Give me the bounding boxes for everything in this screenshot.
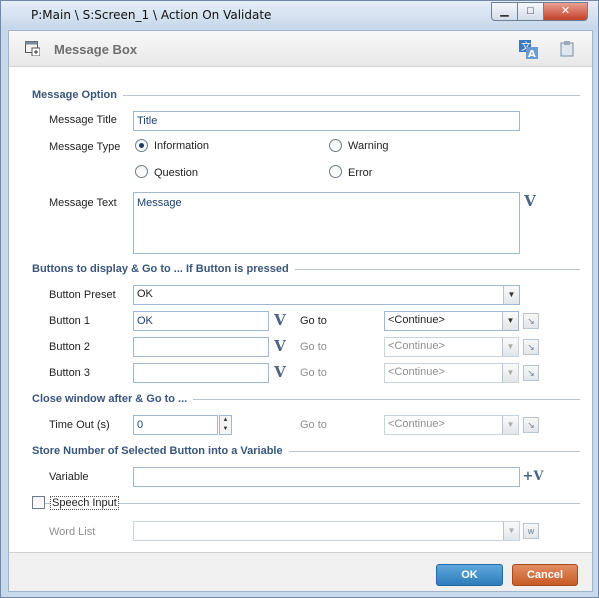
speech-input-checkbox[interactable] <box>32 496 45 509</box>
button-2-variable-button[interactable]: V <box>271 338 289 356</box>
radio-error[interactable] <box>329 165 342 178</box>
button-preset-dropdown[interactable]: OK ▼ <box>133 285 520 305</box>
close-goto-jump-icon[interactable]: ↘ <box>523 417 539 433</box>
button-3-variable-button[interactable]: V <box>271 364 289 382</box>
message-title-input[interactable] <box>133 111 520 131</box>
spin-up-icon[interactable]: ▲ <box>220 416 231 425</box>
button-3-input[interactable] <box>133 363 269 383</box>
add-variable-button[interactable]: +V <box>521 468 545 486</box>
chevron-down-icon: ▼ <box>502 312 518 330</box>
cancel-button[interactable]: Cancel <box>512 564 578 586</box>
dialog-footer: OK Cancel <box>9 552 592 591</box>
word-list-dropdown[interactable]: ▼ <box>133 521 520 541</box>
message-type-label: Message Type <box>49 141 121 153</box>
timeout-input[interactable] <box>133 415 218 435</box>
word-list-edit-icon[interactable]: w <box>523 523 539 539</box>
maximize-button[interactable]: □ <box>517 2 544 21</box>
button-1-goto-value: <Continue> <box>388 314 445 326</box>
radio-information-label: Information <box>154 140 210 152</box>
radio-question[interactable] <box>135 165 148 178</box>
header-title: Message Box <box>54 42 138 57</box>
dialog-header: Message Box 文 A <box>9 31 592 67</box>
button-2-goto-jump-icon[interactable]: ↘ <box>523 339 539 355</box>
dialog-icon <box>25 41 40 56</box>
button-preset-label: Button Preset <box>49 289 116 301</box>
button-2-goto-value: <Continue> <box>388 340 445 352</box>
translate-icon[interactable]: 文 A <box>519 40 539 60</box>
message-text-label: Message Text <box>49 197 117 209</box>
button-2-goto-dropdown[interactable]: <Continue> ▼ <box>384 337 519 357</box>
message-text-area[interactable]: Message <box>133 192 520 254</box>
chevron-down-icon: ▼ <box>502 416 518 434</box>
svg-text:A: A <box>528 49 536 60</box>
close-window-section: Close window after & Go to ... <box>32 393 194 405</box>
chevron-down-icon: ▼ <box>502 364 518 382</box>
timeout-spinner[interactable]: ▲ ▼ <box>219 415 232 435</box>
button-2-label: Button 2 <box>49 341 90 353</box>
variable-input[interactable] <box>133 467 520 487</box>
radio-warning-label: Warning <box>348 140 389 152</box>
close-goto-value: <Continue> <box>388 418 445 430</box>
radio-question-label: Question <box>154 167 199 179</box>
button-2-goto-label: Go to <box>300 341 327 353</box>
button-1-variable-button[interactable]: V <box>271 312 289 330</box>
title-bar[interactable]: P:Main \ S:Screen_1 \ Action On Validate… <box>1 1 598 29</box>
button-1-goto-dropdown[interactable]: <Continue> ▼ <box>384 311 519 331</box>
radio-warning[interactable] <box>329 139 342 152</box>
button-3-label: Button 3 <box>49 367 90 379</box>
button-3-goto-label: Go to <box>300 367 327 379</box>
button-1-goto-label: Go to <box>300 315 327 327</box>
button-3-goto-jump-icon[interactable]: ↘ <box>523 365 539 381</box>
message-text-variable-button[interactable]: V <box>521 193 539 211</box>
timeout-label: Time Out (s) <box>49 419 110 431</box>
buttons-section: Buttons to display & Go to ... If Button… <box>32 263 295 275</box>
button-2-input[interactable] <box>133 337 269 357</box>
minimize-button[interactable]: ▁ <box>491 2 518 21</box>
chevron-down-icon: ▼ <box>503 522 519 540</box>
variable-label: Variable <box>49 471 89 483</box>
word-list-label: Word List <box>49 526 96 538</box>
button-1-goto-jump-icon[interactable]: ↘ <box>523 313 539 329</box>
button-3-goto-dropdown[interactable]: <Continue> ▼ <box>384 363 519 383</box>
radio-information[interactable] <box>135 139 148 152</box>
button-1-input[interactable] <box>133 311 269 331</box>
spin-down-icon[interactable]: ▼ <box>220 425 231 434</box>
ok-button[interactable]: OK <box>436 564 503 586</box>
message-option-section: Message Option <box>32 89 123 101</box>
window-title: P:Main \ S:Screen_1 \ Action On Validate <box>31 8 272 22</box>
radio-error-label: Error <box>348 167 373 179</box>
close-goto-label: Go to <box>300 419 327 431</box>
button-preset-value: OK <box>137 288 153 300</box>
chevron-down-icon: ▼ <box>503 286 519 304</box>
notes-icon[interactable] <box>560 41 574 57</box>
button-3-goto-value: <Continue> <box>388 366 445 378</box>
message-title-label: Message Title <box>49 114 117 126</box>
chevron-down-icon: ▼ <box>502 338 518 356</box>
button-1-label: Button 1 <box>49 315 90 327</box>
speech-input-label[interactable]: Speech Input <box>50 496 119 510</box>
close-button[interactable]: ✕ <box>543 2 588 21</box>
store-section: Store Number of Selected Button into a V… <box>32 445 289 457</box>
close-goto-dropdown[interactable]: <Continue> ▼ <box>384 415 519 435</box>
message-box-window: P:Main \ S:Screen_1 \ Action On Validate… <box>0 0 599 598</box>
dialog-client: Message Box 文 A Message Option Message T… <box>8 30 593 592</box>
